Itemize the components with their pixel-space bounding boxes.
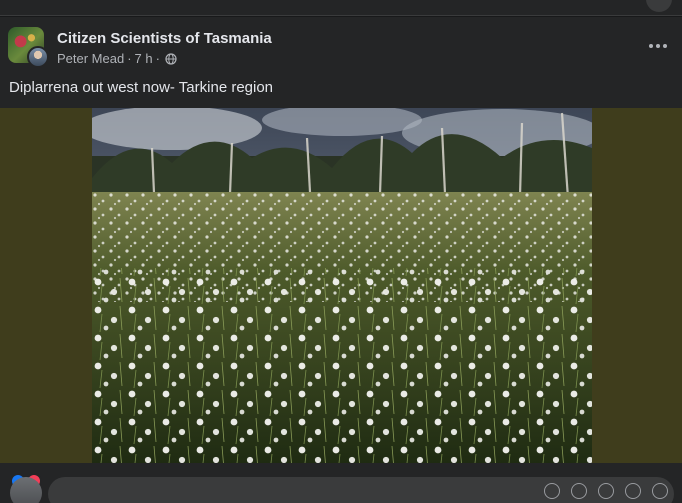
- more-options-button[interactable]: [642, 33, 674, 59]
- meta-separator: ·: [127, 51, 132, 66]
- author-name-link[interactable]: Peter Mead: [57, 51, 124, 66]
- top-action-button[interactable]: [646, 0, 672, 12]
- sticker-icon[interactable]: [544, 483, 560, 499]
- post-time-link[interactable]: 7 h: [135, 51, 153, 66]
- more-options-icon: [663, 44, 667, 48]
- group-name-link[interactable]: Citizen Scientists of Tasmania: [57, 30, 272, 47]
- previous-post-footer: [0, 0, 682, 16]
- post-media[interactable]: [0, 108, 682, 463]
- post-meta: Peter Mead · 7 h ·: [57, 51, 177, 66]
- feed-post: Citizen Scientists of Tasmania Peter Mea…: [0, 17, 682, 503]
- author-avatar[interactable]: [27, 46, 49, 68]
- post-header: Citizen Scientists of Tasmania Peter Mea…: [0, 17, 682, 73]
- globe-icon[interactable]: [165, 52, 177, 65]
- more-options-icon: [649, 44, 653, 48]
- post-photo[interactable]: [92, 108, 592, 463]
- meadow-photo-image: [92, 108, 592, 463]
- comment-tools: [544, 483, 668, 499]
- emoji-icon[interactable]: [571, 483, 587, 499]
- more-options-icon: [656, 44, 660, 48]
- gif-icon[interactable]: [625, 483, 641, 499]
- comment-composer: [0, 472, 682, 503]
- meta-separator: ·: [155, 51, 160, 66]
- sticker-pack-icon[interactable]: [652, 483, 668, 499]
- current-user-avatar[interactable]: [10, 477, 42, 503]
- camera-icon[interactable]: [598, 483, 614, 499]
- avatar-stack[interactable]: [8, 27, 49, 68]
- post-text: Diplarrena out west now- Tarkine region: [9, 79, 274, 96]
